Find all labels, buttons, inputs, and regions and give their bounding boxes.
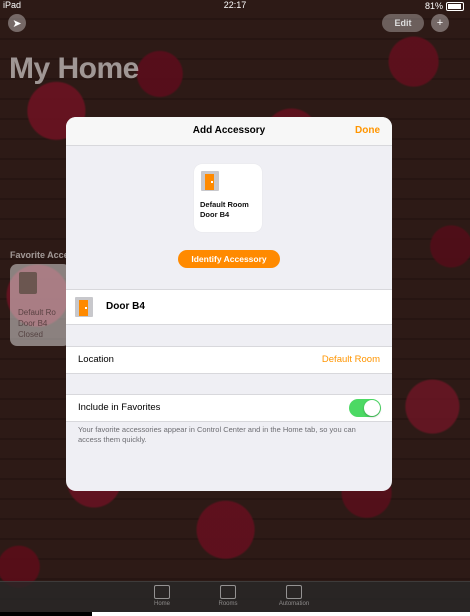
sheet-title: Add Accessory — [192, 125, 266, 136]
door-icon — [75, 297, 93, 317]
location-value[interactable]: Default Room — [322, 347, 380, 373]
page-title: My Home — [9, 52, 139, 85]
toggle-knob — [364, 400, 380, 416]
screen-edge-light — [92, 612, 470, 616]
location-label: Location — [78, 354, 114, 365]
status-right: 81% — [425, 0, 464, 11]
add-button[interactable]: + — [431, 14, 449, 32]
location-arrow-icon[interactable]: ➤ — [8, 14, 26, 32]
preview-room: Default Room — [200, 200, 249, 209]
favorites-toggle[interactable] — [349, 399, 381, 417]
clock: 22:17 — [223, 0, 247, 10]
identify-accessory-button[interactable]: Identify Accessory — [178, 250, 280, 268]
rooms-icon — [220, 585, 236, 599]
battery-percent: 81% — [424, 0, 443, 11]
favorites-label: Include in Favorites — [78, 402, 161, 413]
door-icon — [201, 171, 219, 191]
door-icon — [19, 272, 37, 294]
tab-bar: Home Rooms Automation — [0, 581, 470, 616]
tab-home[interactable]: Home — [142, 585, 182, 607]
tile-name: Door B4 — [18, 319, 48, 328]
tab-rooms[interactable]: Rooms — [208, 585, 248, 607]
tab-automation[interactable]: Automation — [274, 585, 314, 607]
automation-icon — [286, 585, 302, 599]
house-icon — [154, 585, 170, 599]
edit-button[interactable]: Edit — [382, 14, 424, 32]
sheet-header: Add Accessory Done — [66, 117, 392, 146]
tab-label: Automation — [278, 601, 310, 607]
favorites-row: Include in Favorites — [66, 394, 392, 422]
add-accessory-sheet: Add Accessory Done Default Room Door B4 … — [66, 117, 392, 491]
tab-label: Home — [153, 601, 170, 607]
done-button[interactable]: Done — [355, 117, 380, 145]
status-bar: iPad 22:17 81% — [0, 0, 470, 12]
tab-label: Rooms — [218, 601, 238, 607]
favorites-footnote: Your favorite accessories appear in Cont… — [78, 425, 356, 444]
favorite-accessory-tile[interactable]: Default Ro Door B4 Closed — [10, 264, 70, 346]
preview-name: Door B4 — [200, 210, 230, 219]
tile-room: Default Ro — [18, 308, 56, 317]
accessory-name-field[interactable]: Door B4 — [106, 290, 145, 324]
tile-state: Closed — [18, 330, 43, 339]
accessory-name-row[interactable]: Door B4 — [66, 289, 392, 325]
battery-icon — [446, 2, 464, 11]
favorites-section-label: Favorite Acce — [10, 250, 69, 260]
accessory-preview-tile: Default Room Door B4 — [194, 164, 262, 232]
location-row[interactable]: Location Default Room — [66, 346, 392, 374]
